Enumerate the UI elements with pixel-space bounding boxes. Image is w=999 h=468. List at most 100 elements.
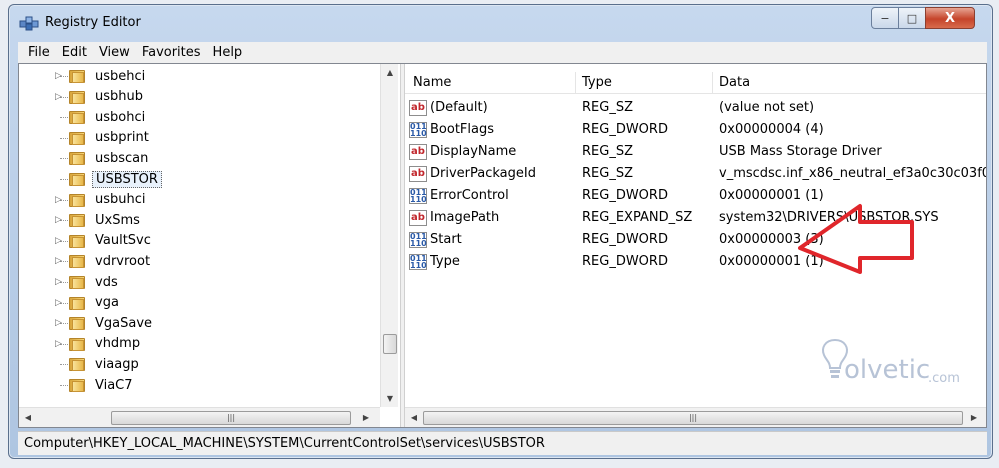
tree-item-9[interactable]: ▷ vdrvroot [19,251,379,271]
value-type: REG_SZ [582,100,633,115]
folder-icon [69,253,85,269]
tree-vertical-scrollbar[interactable]: ▲ ▼ [380,64,398,407]
column-header-type[interactable]: Type [582,75,612,90]
tree-item-2[interactable]: usbohci [19,107,379,127]
tree-item-14[interactable]: viaagp [19,354,379,374]
tree-item-11[interactable]: ▷ vga [19,293,379,313]
string-value-icon: ab [409,100,427,116]
value-type: REG_SZ [582,166,633,181]
tree-connector [60,179,68,180]
value-type: REG_EXPAND_SZ [582,210,693,225]
list-horizontal-scroll-thumb[interactable]: ||| [423,411,963,425]
folder-icon [69,130,85,146]
list-horizontal-scrollbar[interactable]: ◀ ||| ▶ [405,407,986,427]
tree-item-3[interactable]: usbprint [19,128,379,148]
column-divider[interactable] [712,72,713,94]
value-data: 0x00000001 (1) [719,188,824,203]
folder-icon [69,356,85,372]
folder-icon [69,336,85,352]
tree-item-label: ViaC7 [95,377,133,393]
tree-item-12[interactable]: ▷ VgaSave [19,313,379,333]
tree-vertical-scroll-thumb[interactable] [383,334,397,354]
value-row[interactable]: 011 110 BootFlags REG_DWORD 0x00000004 (4) [405,119,986,141]
folder-icon [69,89,85,105]
expand-arrow-icon[interactable]: ▷ [55,195,65,205]
scroll-down-arrow-icon[interactable]: ▼ [381,394,399,403]
tree-item-label: usbscan [95,150,149,166]
menu-favorites[interactable]: Favorites [136,45,207,60]
scroll-left-arrow-icon[interactable]: ◀ [409,413,419,422]
expand-arrow-icon[interactable]: ▷ [55,256,65,266]
tree-item-8[interactable]: ▷ VaultSvc [19,231,379,251]
value-name: (Default) [430,100,488,115]
tree-item-13[interactable]: ▷ vhdmp [19,334,379,354]
tree-item-label: vga [95,295,119,311]
menu-edit[interactable]: Edit [56,45,93,60]
value-type: REG_SZ [582,144,633,159]
tree-item-6[interactable]: ▷ usbuhci [19,190,379,210]
watermark-text: olvetic [844,355,931,385]
expand-arrow-icon[interactable]: ▷ [55,318,65,328]
folder-icon [69,295,85,311]
title-bar[interactable]: Registry Editor − □ X [9,5,992,39]
column-divider[interactable] [575,72,576,94]
folder-icon [69,68,85,84]
tree-item-label: viaagp [95,356,139,372]
tree-item-label: usbohci [95,109,146,125]
expand-arrow-icon[interactable]: ▷ [55,71,65,81]
value-name: DriverPackageId [430,166,536,181]
scroll-right-arrow-icon[interactable]: ▶ [361,413,371,422]
column-header-data[interactable]: Data [719,75,750,90]
tree-item-label: VgaSave [95,315,153,331]
value-row[interactable]: ab DisplayName REG_SZ USB Mass Storage Driv… [405,141,986,163]
menu-file[interactable]: File [22,45,56,60]
expand-arrow-icon[interactable]: ▷ [55,92,65,102]
tree-item-label: vds [95,274,118,290]
tree-horizontal-scroll-thumb[interactable]: ||| [111,411,351,425]
minimize-button[interactable]: − [871,7,899,29]
expand-arrow-icon[interactable]: ▷ [55,236,65,246]
tree-connector [60,385,68,386]
folder-icon [69,274,85,290]
value-type: REG_DWORD [582,232,668,247]
menu-view[interactable]: View [93,45,136,60]
tree-item-5[interactable]: USBSTOR [19,169,379,189]
tree-item-4[interactable]: usbscan [19,148,379,168]
value-row[interactable]: ab DriverPackageId REG_SZ v_mscdsc.inf_x86_… [405,163,986,185]
close-button[interactable]: X [925,7,975,29]
scroll-right-arrow-icon[interactable]: ▶ [969,413,979,422]
folder-icon [69,315,85,331]
value-row[interactable]: 011 110 Type REG_DWORD 0x00000001 (1) [405,251,986,273]
tree-item-label: usbuhci [95,192,146,208]
maximize-button[interactable]: □ [898,7,926,29]
menu-help[interactable]: Help [207,45,249,60]
registry-editor-app-icon [19,16,39,31]
value-type: REG_DWORD [582,188,668,203]
tree-item-label: USBSTOR [92,170,162,188]
tree-item-0[interactable]: ▷ usbehci [19,66,379,86]
value-data: v_mscdsc.inf_x86_neutral_ef3a0c30c03f022… [719,166,986,181]
folder-icon [69,212,85,228]
value-row[interactable]: 011 110 Start REG_DWORD 0x00000003 (3) [405,229,986,251]
expand-arrow-icon[interactable]: ▷ [55,298,65,308]
value-type: REG_DWORD [582,254,668,269]
scroll-left-arrow-icon[interactable]: ◀ [23,413,33,422]
value-row[interactable]: ab (Default) REG_SZ (value not set) [405,97,986,119]
tree-item-10[interactable]: ▷ vds [19,272,379,292]
watermark-suffix: .com [928,371,960,386]
tree-item-7[interactable]: ▷ UxSms [19,210,379,230]
tree-item-15[interactable]: ViaC7 [19,375,379,395]
column-header-name[interactable]: Name [413,75,451,90]
value-row[interactable]: ab ImagePath REG_EXPAND_SZ system32\DRIVERS… [405,207,986,229]
value-name: DisplayName [430,144,517,159]
scroll-up-arrow-icon[interactable]: ▲ [381,68,399,77]
window-title: Registry Editor [45,15,141,30]
folder-icon [69,171,85,187]
value-row[interactable]: 011 110 ErrorControl REG_DWORD 0x00000001 (1… [405,185,986,207]
expand-arrow-icon[interactable]: ▷ [55,215,65,225]
tree-item-1[interactable]: ▷ usbhub [19,87,379,107]
value-name: Type [430,254,460,269]
expand-arrow-icon[interactable]: ▷ [55,277,65,287]
tree-horizontal-scrollbar[interactable]: ◀ ||| ▶ [19,407,380,427]
expand-arrow-icon[interactable]: ▷ [55,339,65,349]
